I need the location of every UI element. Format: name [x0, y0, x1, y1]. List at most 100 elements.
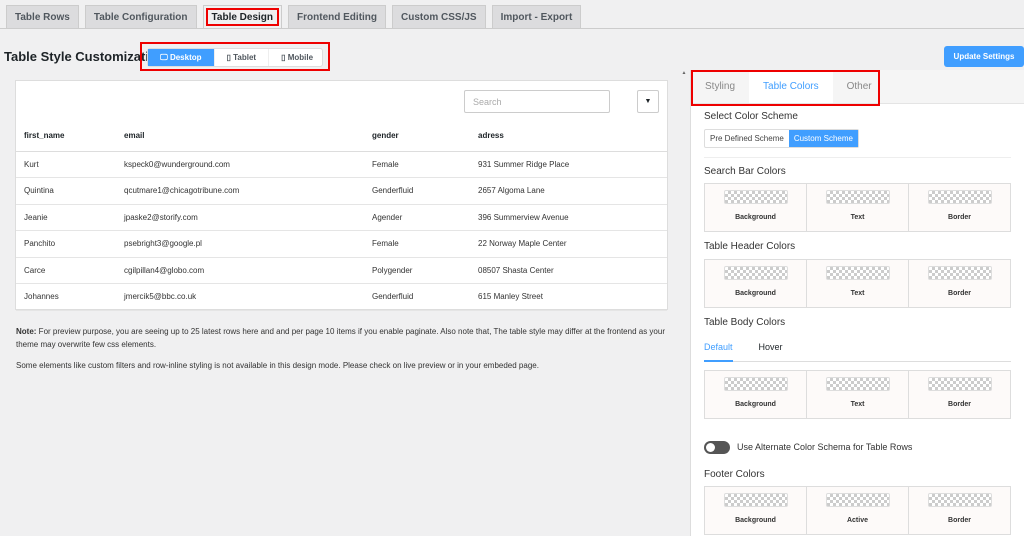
tab-table-design[interactable]: Table Design — [202, 5, 283, 29]
color-swatch[interactable] — [927, 190, 992, 204]
color-label: Border — [948, 401, 971, 408]
table-cell: Agender — [364, 204, 470, 231]
color-swatch[interactable] — [825, 266, 890, 280]
column-header: email — [116, 121, 364, 152]
preview-table: first_name email gender adress Kurt kspec… — [16, 121, 667, 311]
table-cell: psebright3@google.pl — [116, 230, 364, 258]
custom-scheme-button[interactable]: Custom Scheme — [788, 130, 858, 147]
color-picker[interactable]: Border — [909, 371, 1010, 418]
table-row: Johannes jmercik5@bbc.co.uk Genderfluid 615… — [16, 283, 667, 311]
table-cell: Jeanie — [16, 204, 116, 231]
table-cell: 2657 Algoma Lane — [470, 177, 667, 205]
update-settings-button[interactable]: Update Settings — [944, 46, 1024, 67]
table-cell: Genderfluid — [364, 283, 470, 311]
table-cell: kspeck0@wunderground.com — [116, 151, 364, 178]
footer-colors: Background Active Border — [704, 486, 1011, 535]
color-picker[interactable]: Active — [807, 487, 909, 534]
scheme-switcher: Pre Defined Scheme Custom Scheme — [704, 129, 859, 148]
color-label: Text — [850, 290, 865, 297]
table-cell: Carce — [16, 257, 116, 284]
color-swatch[interactable] — [927, 377, 992, 391]
table-cell: cgilpillan4@globo.com — [116, 257, 364, 284]
color-swatch[interactable] — [825, 377, 890, 391]
color-label: Text — [850, 214, 865, 221]
tab-table-configuration[interactable]: Table Configuration — [84, 5, 197, 29]
predefined-scheme-button[interactable]: Pre Defined Scheme — [705, 130, 789, 147]
table-cell: Johannes — [16, 283, 116, 311]
color-picker[interactable]: Text — [807, 184, 909, 231]
section-title: Table Body Colors — [704, 317, 786, 328]
color-label: Background — [735, 214, 776, 221]
table-row: Kurt kspeck0@wunderground.com Female 931 Su… — [16, 151, 667, 178]
color-label: Border — [948, 290, 971, 297]
color-label: Border — [948, 214, 971, 221]
color-label: Background — [735, 517, 776, 524]
tab-frontend-editing[interactable]: Frontend Editing — [288, 5, 387, 29]
color-picker[interactable]: Text — [807, 260, 909, 307]
chevron-down-icon[interactable]: ▼ — [637, 90, 659, 113]
table-cell: jmercik5@bbc.co.uk — [116, 283, 364, 311]
device-tablet-button[interactable]: ▯ Tablet — [215, 49, 270, 66]
table-cell: 931 Summer Ridge Place — [470, 151, 667, 178]
color-picker[interactable]: Background — [705, 260, 807, 307]
alternate-rows-toggle[interactable] — [704, 441, 730, 454]
column-header: gender — [364, 121, 470, 152]
table-cell: Quintina — [16, 177, 116, 205]
color-label: Text — [850, 401, 865, 408]
color-picker[interactable]: Background — [705, 184, 807, 231]
section-title: Select Color Scheme — [704, 111, 798, 122]
color-swatch[interactable] — [723, 190, 788, 204]
device-switcher: 🖵 Desktop ▯ Tablet ▯ Mobile — [140, 42, 330, 71]
tab-import-export[interactable]: Import - Export — [491, 5, 582, 29]
color-swatch[interactable] — [723, 377, 788, 391]
device-mobile-button[interactable]: ▯ Mobile — [269, 49, 327, 66]
tab-table-rows[interactable]: Table Rows — [6, 5, 79, 29]
search-input[interactable]: Search — [464, 90, 610, 113]
section-title: Table Header Colors — [704, 241, 796, 252]
top-tabs: Table Rows Table Configuration Table Des… — [6, 5, 582, 29]
table-row: Quintina qcutmare1@chicagotribune.com Gend… — [16, 177, 667, 205]
color-picker[interactable]: Background — [705, 371, 807, 418]
color-label: Border — [948, 517, 971, 524]
color-swatch[interactable] — [825, 190, 890, 204]
scrollbar[interactable]: ▲ — [680, 70, 688, 536]
note-label: Note: — [16, 327, 37, 336]
settings-panel: Styling Table Colors Other Select Color … — [690, 70, 1024, 536]
color-label: Background — [735, 290, 776, 297]
column-header: adress — [470, 121, 667, 152]
toggle-label: Use Alternate Color Schema for Table Row… — [737, 442, 913, 452]
tab-hover[interactable]: Hover — [759, 342, 783, 361]
table-cell: jpaske2@storify.com — [116, 204, 364, 231]
color-swatch[interactable] — [825, 493, 890, 507]
section-title: Footer Colors — [704, 469, 765, 480]
table-cell: 22 Norway Maple Center — [470, 230, 667, 258]
color-swatch[interactable] — [927, 266, 992, 280]
tab-custom-css-js[interactable]: Custom CSS/JS — [392, 5, 486, 29]
color-picker[interactable]: Border — [909, 487, 1010, 534]
body-colors: Background Text Border — [704, 370, 1011, 419]
mobile-label: Mobile — [287, 53, 314, 62]
table-cell: 08507 Shasta Center — [470, 257, 667, 284]
table-cell: Genderfluid — [364, 177, 470, 205]
table-cell: 396 Summerview Avenue — [470, 204, 667, 231]
table-preview: Search ▼ first_name email gender adress … — [15, 80, 668, 311]
table-row: Panchito psebright3@google.pl Female 22 Nor… — [16, 230, 667, 258]
table-cell: qcutmare1@chicagotribune.com — [116, 177, 364, 205]
tablet-label: Tablet — [233, 53, 257, 62]
column-header: first_name — [16, 121, 116, 152]
color-label: Background — [735, 401, 776, 408]
color-picker[interactable]: Background — [705, 487, 807, 534]
color-picker[interactable]: Text — [807, 371, 909, 418]
color-swatch[interactable] — [723, 493, 788, 507]
tab-default[interactable]: Default — [704, 342, 733, 362]
table-cell: Female — [364, 230, 470, 258]
color-picker[interactable]: Border — [909, 184, 1010, 231]
note-text-2: Some elements like custom filters and ro… — [16, 361, 539, 370]
table-cell: Panchito — [16, 230, 116, 258]
device-desktop-button[interactable]: 🖵 Desktop — [148, 49, 215, 66]
color-picker[interactable]: Border — [909, 260, 1010, 307]
color-swatch[interactable] — [927, 493, 992, 507]
search-bar-colors: Background Text Border — [704, 183, 1011, 232]
table-cell: 615 Manley Street — [470, 283, 667, 311]
color-swatch[interactable] — [723, 266, 788, 280]
